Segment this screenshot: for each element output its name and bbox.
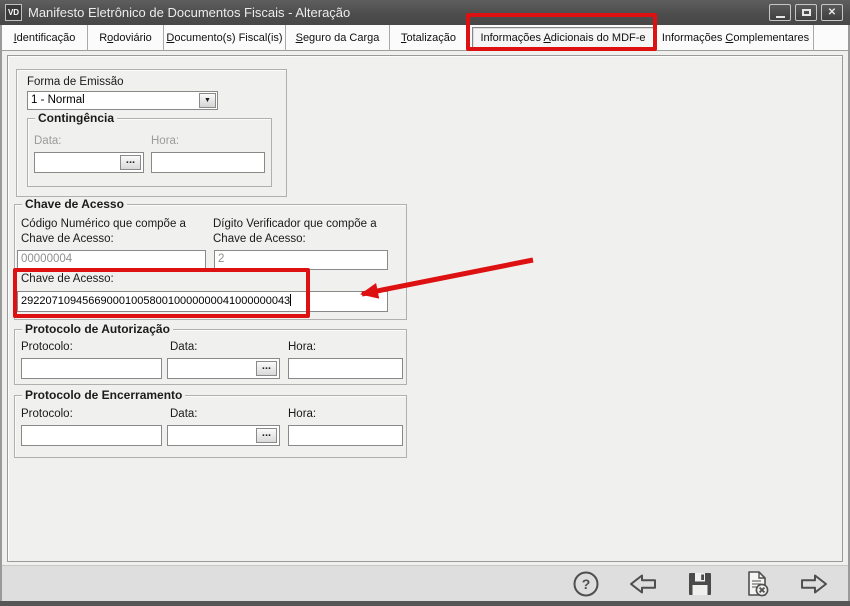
encerramento-protocolo-field[interactable]	[21, 425, 162, 446]
window-frame-bottom	[0, 601, 850, 606]
previous-button[interactable]	[628, 569, 658, 599]
app-window: VD Manifesto Eletrônico de Documentos Fi…	[0, 0, 850, 606]
protocolo-autorizacao-title: Protocolo de Autorização	[22, 322, 173, 336]
forma-emissao-select[interactable]: 1 - Normal ▼	[27, 91, 218, 110]
window-controls: ✕	[769, 4, 843, 21]
window-title: Manifesto Eletrônico de Documentos Fisca…	[28, 5, 351, 20]
autorizacao-protocolo-field[interactable]	[21, 358, 162, 379]
autorizacao-hora-field[interactable]	[288, 358, 403, 379]
cancel-document-icon	[748, 570, 769, 596]
contingencia-hora-field[interactable]	[151, 152, 265, 173]
save-button[interactable]	[685, 569, 715, 599]
ellipsis-icon: ...	[261, 360, 272, 372]
codigo-numerico-field[interactable]: 00000004	[17, 250, 206, 270]
encerramento-hora-label: Hora:	[288, 408, 317, 420]
encerramento-data-label: Data:	[170, 408, 198, 420]
forward-arrow-icon	[801, 574, 827, 593]
maximize-icon	[801, 9, 811, 16]
title-bar: VD Manifesto Eletrônico de Documentos Fi…	[0, 0, 850, 25]
tab-seguro-da-carga[interactable]: Seguro da Carga	[286, 24, 390, 51]
contingencia-data-label: Data:	[34, 135, 62, 147]
tab-totalizacao[interactable]: Totalização	[390, 24, 468, 51]
contingencia-data-field[interactable]: ...	[34, 152, 144, 173]
forma-emissao-label: Forma de Emissão	[27, 76, 124, 88]
encerramento-data-field[interactable]: ...	[167, 425, 280, 446]
svg-text:?: ?	[582, 576, 591, 592]
autorizacao-hora-label: Hora:	[288, 341, 317, 353]
app-icon: VD	[5, 4, 22, 21]
tab-informacoes-complementares[interactable]: Informações Complementares	[658, 24, 814, 51]
encerramento-protocolo-label: Protocolo:	[21, 408, 73, 420]
tab-identificacao[interactable]: Identificação	[2, 24, 88, 51]
save-icon	[689, 572, 711, 595]
chevron-down-icon: ▼	[204, 97, 211, 104]
tab-documentos-fiscais[interactable]: Documento(s) Fiscal(is)	[164, 24, 286, 51]
ellipsis-icon: ...	[261, 427, 272, 439]
autorizacao-data-field[interactable]: ...	[167, 358, 280, 379]
annotation-arrow	[360, 257, 534, 299]
back-arrow-icon	[630, 574, 656, 593]
tab-rodoviario[interactable]: Rodoviário	[88, 24, 164, 51]
date-picker-button[interactable]: ...	[256, 361, 277, 376]
protocolo-encerramento-title: Protocolo de Encerramento	[22, 388, 186, 402]
chave-acesso-title: Chave de Acesso	[22, 197, 127, 211]
combo-dropdown-button[interactable]: ▼	[199, 93, 216, 108]
minimize-button[interactable]	[769, 4, 791, 21]
contingencia-hora-label: Hora:	[151, 135, 180, 147]
help-button[interactable]: ?	[571, 569, 601, 599]
close-icon: ✕	[827, 6, 837, 18]
autorizacao-protocolo-label: Protocolo:	[21, 341, 73, 353]
autorizacao-data-label: Data:	[170, 341, 198, 353]
window-frame-left	[0, 25, 2, 601]
next-button[interactable]	[799, 569, 829, 599]
tab-bar: Identificação Rodoviário Documento(s) Fi…	[2, 24, 848, 51]
annotation-tab-highlight	[466, 13, 657, 51]
minimize-icon	[775, 15, 785, 18]
ellipsis-icon: ...	[125, 154, 136, 166]
close-button[interactable]: ✕	[821, 4, 843, 21]
codigo-numerico-label: Código Numérico que compõe a Chave de Ac…	[21, 218, 186, 245]
annotation-chave-highlight	[13, 268, 310, 318]
bottom-toolbar: ?	[2, 565, 848, 601]
help-icon: ?	[573, 571, 599, 596]
encerramento-hora-field[interactable]	[288, 425, 403, 446]
contingencia-title: Contingência	[35, 111, 118, 125]
cancel-button[interactable]	[742, 569, 772, 599]
date-picker-button[interactable]: ...	[256, 428, 277, 443]
maximize-button[interactable]	[795, 4, 817, 21]
digito-verificador-label: Dígito Verificador que compõe a Chave de…	[213, 218, 377, 245]
date-picker-button[interactable]: ...	[120, 155, 141, 170]
